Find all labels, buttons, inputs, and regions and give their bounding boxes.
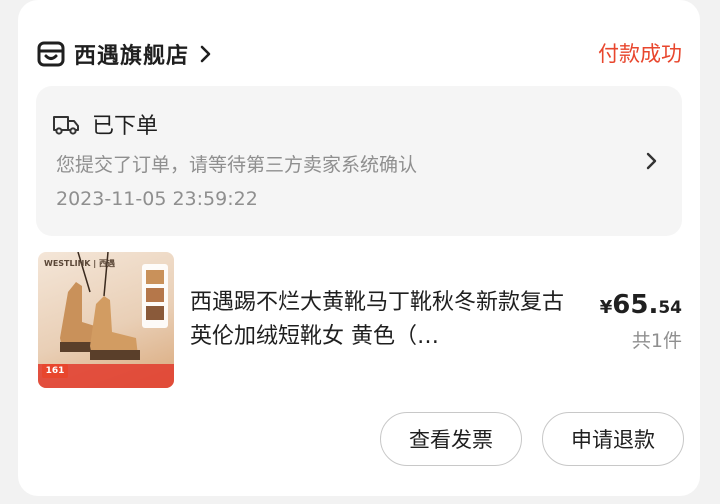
promo-badge: 161 xyxy=(42,364,68,378)
order-timestamp: 2023-11-05 23:59:22 xyxy=(56,188,258,210)
product-price: ¥65.54 xyxy=(600,290,682,320)
view-invoice-button[interactable]: 查看发票 xyxy=(380,412,522,466)
price-decimal: 54 xyxy=(658,298,682,318)
store-icon xyxy=(37,41,65,67)
thumb-brand: WESTLINK | 西遇 xyxy=(44,259,115,268)
price-integer: 65. xyxy=(612,290,659,320)
chevron-right-icon xyxy=(646,152,657,170)
truck-icon xyxy=(53,116,79,135)
shop-name[interactable]: 西遇旗舰店 xyxy=(74,38,189,70)
order-card: 西遇旗舰店 付款成功 已下单 您提交了订单，请等待第三方卖家系统确认 2023-… xyxy=(18,0,700,496)
product-image[interactable]: WESTLINK | 西遇 161 xyxy=(38,252,174,388)
order-status-panel[interactable]: 已下单 您提交了订单，请等待第三方卖家系统确认 2023-11-05 23:59… xyxy=(36,86,682,236)
product-quantity: 共1件 xyxy=(631,330,682,352)
chevron-right-icon xyxy=(200,45,211,63)
product-title[interactable]: 西遇踢不烂大黄靴马丁靴秋冬新款复古英伦加绒短靴女 黄色（… xyxy=(190,286,582,354)
request-refund-button[interactable]: 申请退款 xyxy=(542,412,684,466)
order-status-description: 您提交了订单，请等待第三方卖家系统确认 xyxy=(56,154,418,176)
shop-header[interactable]: 西遇旗舰店 xyxy=(36,34,213,74)
order-status-title: 已下单 xyxy=(92,114,159,139)
payment-status: 付款成功 xyxy=(598,42,682,66)
price-currency: ¥ xyxy=(599,297,613,318)
